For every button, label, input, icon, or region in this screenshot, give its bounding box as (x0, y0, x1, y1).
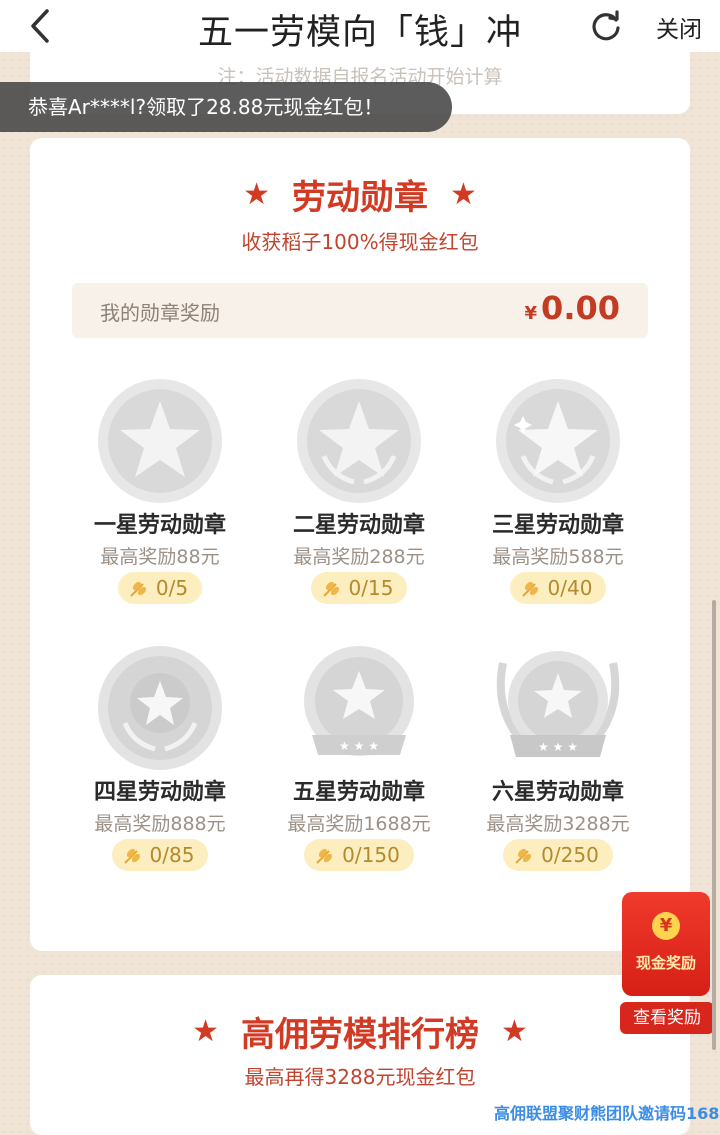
wheat-icon (123, 848, 140, 864)
medal-progress-value: 0/5 (155, 576, 189, 600)
svg-text:★ ★ ★: ★ ★ ★ (538, 740, 578, 754)
wheat-icon (521, 581, 538, 597)
wheat-icon (130, 581, 147, 597)
medal-progress-value: 0/40 (547, 576, 593, 600)
ranking-section-title-text: 高佣劳模排行榜 (241, 1015, 479, 1055)
medal-max-reward: 最高奖励288元 (293, 546, 425, 568)
medal-4star[interactable]: 四星劳动勋章 最高奖励888元 0/85 (60, 643, 260, 871)
medal-3star[interactable]: 三星劳动勋章 最高奖励588元 0/40 (458, 376, 658, 604)
reward-summary: 我的勋章奖励 ¥0.00 (72, 283, 648, 338)
medal-progress-value: 0/15 (348, 576, 394, 600)
medal-progress-value: 0/85 (149, 843, 195, 867)
medal-2star[interactable]: 二星劳动勋章 最高奖励288元 0/15 (259, 376, 459, 604)
medal-five-star-icon: ★ ★ ★ (304, 646, 414, 756)
refresh-icon (592, 10, 620, 41)
medal-max-reward: 最高奖励3288元 (486, 813, 630, 835)
medal-progress: 0/150 (304, 839, 414, 871)
cash-reward-widget[interactable]: ¥ 现金奖励 (622, 892, 710, 996)
medal-section-subtitle: 收获稻子100%得现金红包 (241, 230, 479, 254)
medal-name: 五星劳动勋章 (292, 780, 425, 805)
medal-max-reward: 最高奖励1688元 (287, 813, 431, 835)
top-bar: 五一劳模向「钱」冲 关闭 (0, 0, 720, 53)
close-button[interactable]: 关闭 (656, 10, 702, 44)
medal-three-star-icon (496, 379, 620, 503)
medal-progress: 0/250 (503, 839, 613, 871)
reward-label: 我的勋章奖励 (100, 301, 220, 325)
medal-six-star-icon: ★ ★ ★ (496, 651, 620, 757)
view-reward-button[interactable]: 查看奖励 (620, 1002, 714, 1034)
wheat-icon (322, 581, 339, 597)
medal-progress-value: 0/250 (541, 843, 599, 867)
medal-section-title: ★ 劳动勋章 ★ (30, 170, 690, 219)
svg-text:★ ★ ★: ★ ★ ★ (339, 739, 379, 753)
medal-two-star-icon (297, 379, 421, 503)
reward-value: ¥0.00 (525, 289, 620, 327)
medal-one-star-icon (98, 379, 222, 503)
currency-symbol: ¥ (524, 303, 538, 324)
medal-section-title-text: 劳动勋章 (292, 178, 428, 218)
medal-name: 一星劳动勋章 (93, 513, 226, 538)
ranking-section-title: ★ 高佣劳模排行榜 ★ (30, 1007, 690, 1056)
medal-max-reward: 最高奖励588元 (492, 546, 624, 568)
star-icon: ★ (192, 1014, 219, 1049)
medal-progress: 0/85 (111, 839, 209, 871)
medal-name: 六星劳动勋章 (491, 780, 624, 805)
medal-1star[interactable]: 一星劳动勋章 最高奖励88元 0/5 (60, 376, 260, 604)
medal-progress: 0/5 (117, 572, 203, 604)
medal-progress: 0/15 (310, 572, 408, 604)
star-icon: ★ (450, 177, 477, 212)
medal-four-star-icon (98, 646, 222, 770)
medal-name: 四星劳动勋章 (93, 780, 226, 805)
yuan-coin-icon: ¥ (652, 912, 680, 940)
medal-max-reward: 最高奖励88元 (100, 546, 220, 568)
medal-5star[interactable]: ★ ★ ★ 五星劳动勋章 最高奖励1688元 0/150 (259, 643, 459, 871)
medal-progress-value: 0/150 (342, 843, 400, 867)
medal-6star[interactable]: ★ ★ ★ 六星劳动勋章 最高奖励3288元 0/250 (458, 643, 658, 871)
medal-progress: 0/40 (509, 572, 607, 604)
reward-amount: 0.00 (541, 289, 620, 327)
watermark-text: 高佣联盟聚财熊团队邀请码1688 (494, 1104, 720, 1123)
medal-card: ★ 劳动勋章 ★ 收获稻子100%得现金红包 我的勋章奖励 ¥0.00 一星劳动… (30, 138, 690, 951)
toast-message: 恭喜Ar****l?领取了28.88元现金红包！ (0, 82, 452, 132)
star-icon: ★ (501, 1014, 528, 1049)
ranking-section-subtitle: 最高再得3288元现金红包 (244, 1065, 476, 1089)
wheat-icon (316, 848, 333, 864)
star-icon: ★ (243, 177, 270, 212)
wheat-icon (515, 848, 532, 864)
cash-reward-label: 现金奖励 (635, 954, 696, 972)
scrollbar[interactable] (712, 600, 716, 1050)
medal-max-reward: 最高奖励888元 (94, 813, 226, 835)
refresh-button[interactable] (588, 8, 624, 44)
medal-name: 三星劳动勋章 (491, 513, 624, 538)
medal-name: 二星劳动勋章 (292, 513, 425, 538)
